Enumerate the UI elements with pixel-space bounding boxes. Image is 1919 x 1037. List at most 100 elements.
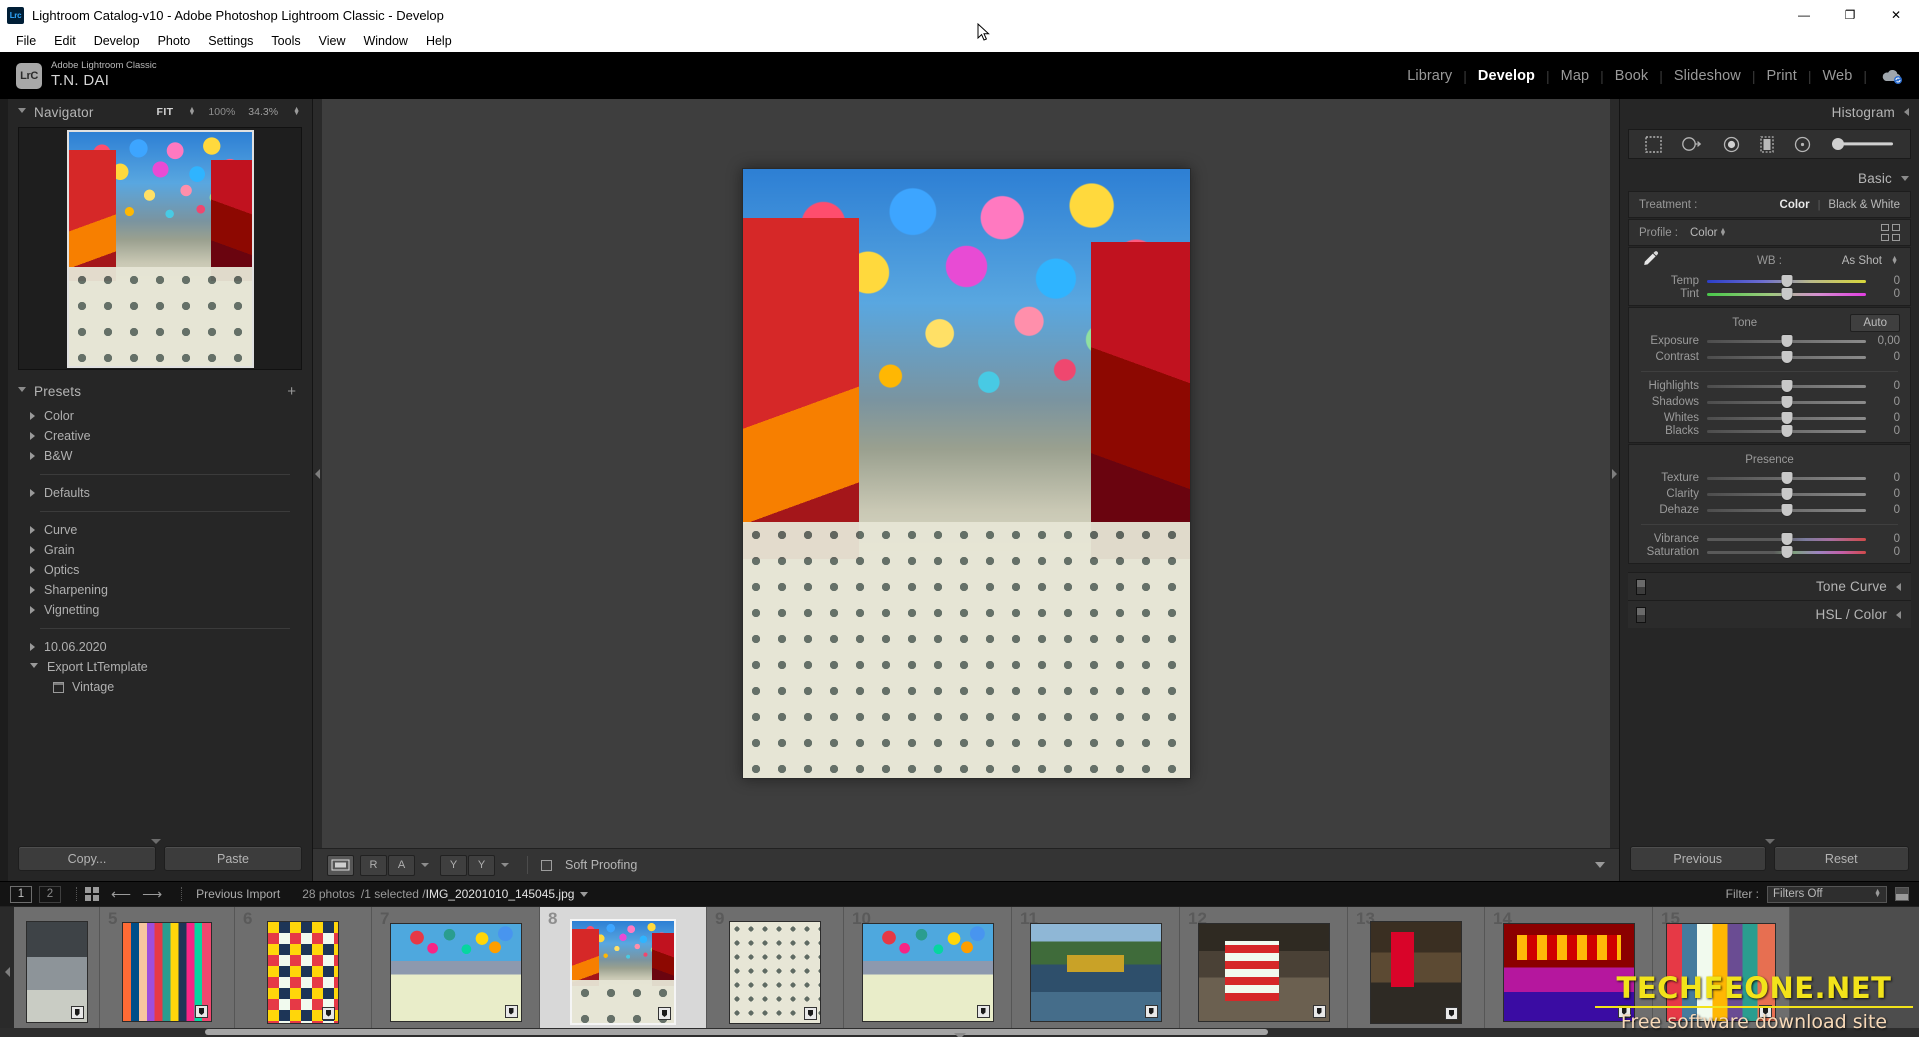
filter-select[interactable]: Filters Off ▲ ▼: [1767, 885, 1887, 903]
menu-edit[interactable]: Edit: [45, 32, 85, 50]
chevron-down-icon[interactable]: [580, 891, 589, 897]
slider-value[interactable]: 0,00: [1866, 335, 1900, 347]
screen-2-button[interactable]: 2: [39, 885, 61, 903]
menu-photo[interactable]: Photo: [149, 32, 200, 50]
preset-group-color[interactable]: Color: [8, 406, 312, 426]
filmstrip-item[interactable]: 5: [100, 907, 235, 1037]
slider-value[interactable]: 0: [1866, 396, 1900, 408]
module-library[interactable]: Library: [1396, 68, 1463, 84]
slider-knob[interactable]: [1781, 288, 1792, 300]
slider-blacks[interactable]: Blacks 0: [1629, 425, 1910, 442]
slider-track[interactable]: [1707, 546, 1866, 558]
hsl-color-toggle[interactable]: [1636, 606, 1646, 623]
slider-clarity[interactable]: Clarity 0: [1629, 486, 1910, 502]
develop-badge-icon[interactable]: [504, 1004, 518, 1018]
menu-tools[interactable]: Tools: [262, 32, 309, 50]
navigator-header[interactable]: Navigator FIT ▲ ▼ 100% 34.3% ▲ ▼: [8, 99, 312, 125]
zoom-fit-button[interactable]: FIT: [157, 106, 174, 118]
module-develop[interactable]: Develop: [1467, 68, 1546, 84]
develop-badge-icon[interactable]: [1759, 1004, 1772, 1018]
chevron-down-icon[interactable]: [18, 107, 26, 117]
before-after-left-right-button[interactable]: R: [360, 854, 387, 876]
slider-knob[interactable]: [1781, 275, 1792, 287]
module-book[interactable]: Book: [1604, 68, 1659, 84]
module-print[interactable]: Print: [1756, 68, 1808, 84]
filmstrip-item[interactable]: 15: [1653, 907, 1790, 1037]
chevron-down-icon[interactable]: [501, 863, 509, 867]
slider-value[interactable]: 0: [1866, 288, 1900, 300]
presets-header[interactable]: Presets +: [8, 378, 312, 404]
reset-button[interactable]: Reset: [1773, 846, 1909, 871]
chevron-down-icon[interactable]: [421, 863, 429, 867]
zoom-fit-stepper-icon[interactable]: ▲ ▼: [188, 106, 195, 117]
profile-stepper-icon[interactable]: ▲ ▼: [1719, 227, 1726, 238]
chevron-left-icon[interactable]: [1896, 582, 1901, 591]
eyedropper-icon[interactable]: [1641, 249, 1660, 273]
filmstrip-item-selected[interactable]: 8: [540, 907, 707, 1037]
maximize-button[interactable]: ❐: [1827, 0, 1873, 30]
filmstrip-item[interactable]: 11: [1012, 907, 1180, 1037]
before-after-copy-button[interactable]: A: [388, 854, 415, 876]
graduated-filter-icon[interactable]: [1759, 135, 1775, 154]
navigator-preview[interactable]: [18, 127, 302, 370]
filmstrip-item[interactable]: 7: [372, 907, 540, 1037]
slider-knob[interactable]: [1781, 412, 1792, 424]
chevron-right-icon[interactable]: [30, 586, 35, 594]
slider-knob[interactable]: [1781, 488, 1792, 500]
slider-texture[interactable]: Texture 0: [1629, 470, 1910, 486]
grid-view-icon[interactable]: [85, 887, 99, 901]
chevron-right-icon[interactable]: [30, 489, 35, 497]
arrow-right-icon[interactable]: ⟶: [142, 886, 162, 903]
treatment-color-option[interactable]: Color: [1780, 199, 1810, 211]
filmstrip-item[interactable]: 12: [1180, 907, 1348, 1037]
filter-stepper-icon[interactable]: ▲ ▼: [1874, 888, 1881, 899]
preset-group-sharpening[interactable]: Sharpening: [8, 580, 312, 600]
hsl-color-section[interactable]: HSL / Color: [1628, 600, 1911, 628]
slider-knob[interactable]: [1781, 380, 1792, 392]
slider-track[interactable]: [1707, 396, 1866, 408]
copy-button[interactable]: Copy...: [18, 846, 156, 871]
slider-track[interactable]: [1707, 380, 1866, 392]
slider-exposure[interactable]: Exposure 0,00: [1629, 333, 1910, 349]
filmstrip-item[interactable]: 6: [235, 907, 372, 1037]
chevron-right-icon[interactable]: [30, 526, 35, 534]
filmstrip-item[interactable]: 13: [1348, 907, 1485, 1037]
develop-badge-icon[interactable]: [70, 1006, 84, 1019]
slider-value[interactable]: 0: [1866, 425, 1900, 437]
preset-group-export-lttemplate[interactable]: Export LtTemplate: [8, 657, 312, 677]
slider-value[interactable]: 0: [1866, 472, 1900, 484]
slider-knob[interactable]: [1781, 533, 1792, 545]
filmstrip-collapse-icon[interactable]: [953, 1033, 966, 1037]
slider-vibrance[interactable]: Vibrance 0: [1629, 531, 1910, 547]
filmstrip-scrollbar[interactable]: [0, 1028, 1919, 1037]
slider-knob[interactable]: [1781, 546, 1792, 558]
slider-track[interactable]: [1707, 335, 1866, 347]
module-slideshow[interactable]: Slideshow: [1663, 68, 1752, 84]
slider-track[interactable]: [1707, 351, 1866, 363]
slider-knob[interactable]: [1781, 504, 1792, 516]
filmstrip-item[interactable]: [14, 907, 100, 1037]
slider-track[interactable]: [1707, 288, 1866, 300]
chevron-down-icon[interactable]: [18, 386, 26, 396]
slider-value[interactable]: 0: [1866, 488, 1900, 500]
filmstrip-source[interactable]: Previous Import: [196, 887, 280, 901]
slider-value[interactable]: 0: [1866, 533, 1900, 545]
slider-temp[interactable]: Temp 0: [1629, 273, 1910, 289]
treatment-bw-option[interactable]: Black & White: [1828, 199, 1900, 211]
develop-badge-icon[interactable]: [322, 1006, 335, 1020]
image-canvas[interactable]: [313, 99, 1619, 848]
before-after-y2-button[interactable]: Y: [468, 854, 495, 876]
arrow-left-icon[interactable]: ⟵: [111, 886, 131, 903]
chevron-left-icon[interactable]: [1904, 108, 1909, 116]
slider-shadows[interactable]: Shadows 0: [1629, 394, 1910, 410]
adjustment-brush-icon[interactable]: [1831, 137, 1895, 151]
spot-removal-icon[interactable]: [1681, 135, 1703, 153]
screen-1-button[interactable]: 1: [10, 885, 32, 903]
red-eye-icon[interactable]: [1722, 135, 1741, 154]
chevron-right-icon[interactable]: [30, 452, 35, 460]
basic-header[interactable]: Basic: [1620, 165, 1919, 191]
slider-knob[interactable]: [1781, 335, 1792, 347]
cloud-sync-icon[interactable]: [1881, 68, 1903, 84]
slider-value[interactable]: 0: [1866, 380, 1900, 392]
left-panel-handle[interactable]: [0, 99, 8, 881]
